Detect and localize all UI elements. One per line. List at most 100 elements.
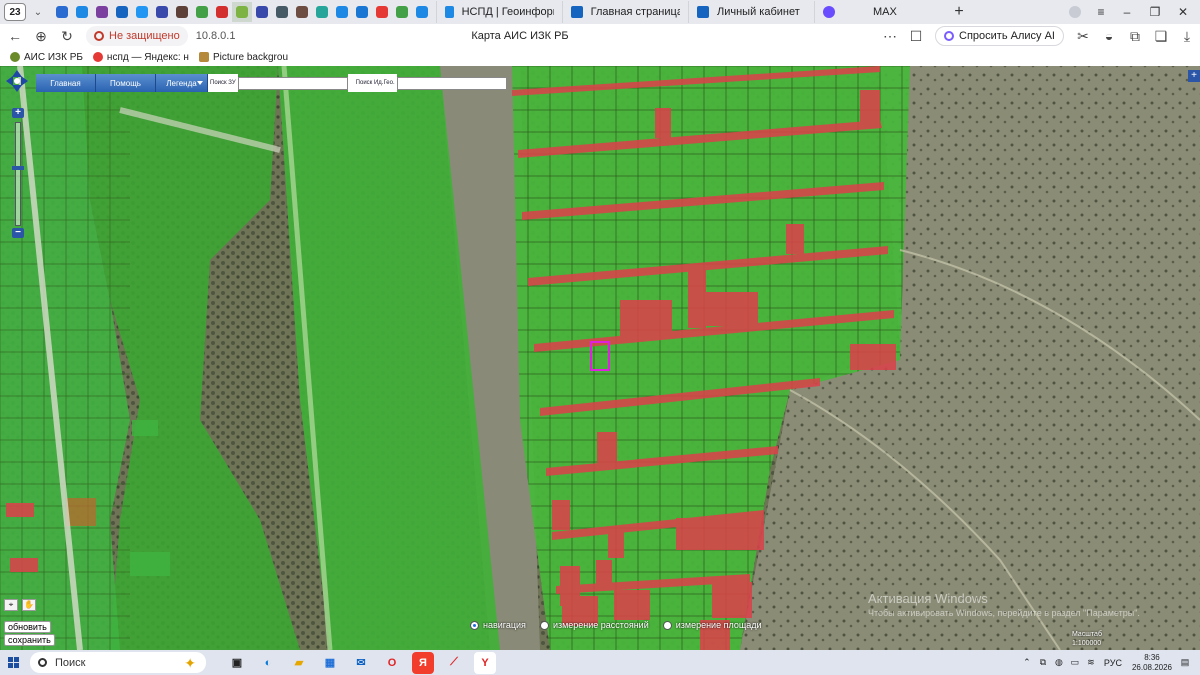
radio-measure-area[interactable]: измерение площади <box>662 620 762 630</box>
ruler-icon[interactable]: ⌖ <box>4 599 18 611</box>
max-favicon-icon <box>823 6 835 18</box>
extensions-icon[interactable]: ⧉ <box>1122 24 1148 48</box>
tab-nspd[interactable]: НСПД | Геоинформацион <box>436 1 562 23</box>
notifications-icon[interactable]: ▤ <box>1178 657 1192 668</box>
radio-dot[interactable] <box>470 620 479 630</box>
layer-switch-button[interactable]: + <box>1188 70 1200 82</box>
nspd-favicon-icon <box>445 6 454 18</box>
more-dots-icon[interactable]: ⋯ <box>877 24 903 48</box>
map-viewport[interactable] <box>0 66 1200 650</box>
task-view-icon[interactable]: ▣ <box>226 652 248 674</box>
alisa-icon <box>944 31 955 41</box>
menu-icon[interactable]: ≡ <box>1088 0 1114 24</box>
pinned-tab[interactable] <box>312 2 332 22</box>
pinned-tab[interactable] <box>232 2 252 22</box>
radio-dot[interactable] <box>539 620 549 630</box>
taskbar-search[interactable]: Поиск ✦ <box>30 652 206 673</box>
outlook-icon[interactable]: ✉ <box>350 652 372 674</box>
scale-value: 1:100000 <box>1072 640 1102 647</box>
battery-icon[interactable]: ▭ <box>1068 657 1082 668</box>
profile-icon[interactable] <box>1062 0 1088 24</box>
yandex-browser-icon[interactable]: Y <box>474 651 496 674</box>
opera-icon[interactable]: O <box>381 652 403 674</box>
minimize-icon[interactable]: – <box>1114 0 1140 24</box>
clock[interactable]: 8:36 26.08.2026 <box>1132 653 1172 673</box>
pinned-tab[interactable] <box>332 2 352 22</box>
pinned-tab[interactable] <box>152 2 172 22</box>
bookmark-nspd-yandex[interactable]: нспд — Яндекс: н <box>92 52 189 63</box>
start-button[interactable] <box>0 650 26 675</box>
radio-dot[interactable] <box>662 620 672 630</box>
language-indicator[interactable]: РУС <box>1104 658 1122 668</box>
new-tab-button[interactable]: + <box>948 1 970 23</box>
save-button[interactable]: сохранить <box>4 634 55 646</box>
pinned-tab[interactable] <box>352 2 372 22</box>
pinned-tab[interactable] <box>132 2 152 22</box>
menu-legend[interactable]: Легенда <box>156 74 208 92</box>
pinned-tab[interactable] <box>72 2 92 22</box>
menu-main[interactable]: Главная <box>36 74 96 92</box>
store-icon[interactable]: ▦ <box>319 652 341 674</box>
volume-icon[interactable]: ◍ <box>1052 657 1066 668</box>
radio-measure-distance[interactable]: измерение расстояний <box>539 620 649 630</box>
close-icon[interactable]: ✕ <box>1170 0 1196 24</box>
insecure-badge[interactable]: Не защищено <box>86 26 188 46</box>
yandex-app-icon[interactable]: Я <box>412 651 434 674</box>
clock-time: 8:36 <box>1144 652 1160 662</box>
tab-counter[interactable]: 23 <box>4 3 26 21</box>
pinned-tab[interactable] <box>92 2 112 22</box>
chevron-up-icon[interactable]: ⌃ <box>1020 657 1034 668</box>
pinned-tab[interactable] <box>392 2 412 22</box>
back-arrow-icon[interactable]: ← <box>2 24 28 48</box>
yandex-music-icon[interactable]: ⟋ <box>443 652 465 674</box>
tab-list-chevron-icon[interactable]: ⌄ <box>30 7 46 18</box>
pinned-tab[interactable] <box>112 2 132 22</box>
ask-alisa-button[interactable]: Спросить Алису AI <box>935 26 1064 46</box>
incognito-icon[interactable]: ◒ <box>1096 24 1122 48</box>
protect-icon[interactable]: ⊕ <box>28 24 54 48</box>
app-toolbar: Главная Помощь Легенда Поиск ЗУ Поиск Ид… <box>36 74 507 92</box>
radio-label: измерение площади <box>675 620 762 630</box>
edge-icon[interactable]: ◐ <box>257 652 279 674</box>
bookmarks-bar: АИС ИЗК РБ нспд — Яндекс: н Picture back… <box>0 48 1200 66</box>
network-icon[interactable]: ⧉ <box>1036 657 1050 668</box>
zoom-in-button[interactable]: + <box>12 108 24 118</box>
zoom-slider-handle[interactable] <box>12 166 24 170</box>
pan-arrows-icon[interactable] <box>6 70 28 92</box>
file-explorer-icon[interactable]: ▰ <box>288 652 310 674</box>
pinned-tab[interactable] <box>292 2 312 22</box>
tab-max[interactable]: MAX <box>814 1 940 23</box>
zoom-out-button[interactable]: − <box>12 228 24 238</box>
pinned-tab[interactable] <box>172 2 192 22</box>
windows-activation-watermark: Активация Windows Чтобы активировать Win… <box>868 591 1140 618</box>
pinned-tab[interactable] <box>372 2 392 22</box>
bookmark-ais-izk[interactable]: АИС ИЗК РБ <box>10 52 83 63</box>
collections-icon[interactable]: ❏ <box>1148 24 1174 48</box>
tab-personal-cabinet[interactable]: Личный кабинет <box>688 1 814 23</box>
tools-icon[interactable]: ✂ <box>1070 24 1096 48</box>
pinned-tab[interactable] <box>412 2 432 22</box>
page-title: Карта АИС ИЗК РБ <box>471 30 569 42</box>
reload-icon[interactable]: ↻ <box>54 24 80 48</box>
zoom-track[interactable] <box>15 122 21 226</box>
search-geo-input[interactable] <box>396 76 507 90</box>
pinned-tab[interactable] <box>212 2 232 22</box>
bookmark-picture-background[interactable]: Picture backgrou <box>198 52 288 63</box>
pinned-tab[interactable] <box>252 2 272 22</box>
search-zu-input[interactable] <box>237 76 348 90</box>
refresh-button[interactable]: обновить <box>4 621 51 633</box>
clock-date: 26.08.2026 <box>1131 662 1172 672</box>
hand-icon[interactable]: ✋ <box>22 599 36 611</box>
restore-icon[interactable]: ❐ <box>1142 0 1168 24</box>
bookmark-icon[interactable]: ☐ <box>903 24 929 48</box>
pinned-tab[interactable] <box>52 2 72 22</box>
tab-main-page[interactable]: Главная страница <box>562 1 688 23</box>
zoom-control: + − <box>6 70 28 240</box>
menu-help[interactable]: Помощь <box>96 74 156 92</box>
pinned-tab[interactable] <box>272 2 292 22</box>
radio-navigation[interactable]: навигация <box>470 620 526 630</box>
url-text[interactable]: 10.8.0.1 <box>196 30 236 42</box>
pinned-tab[interactable] <box>192 2 212 22</box>
downloads-icon[interactable]: ⤓ <box>1174 24 1200 48</box>
wifi-icon[interactable]: ≋ <box>1084 657 1098 668</box>
